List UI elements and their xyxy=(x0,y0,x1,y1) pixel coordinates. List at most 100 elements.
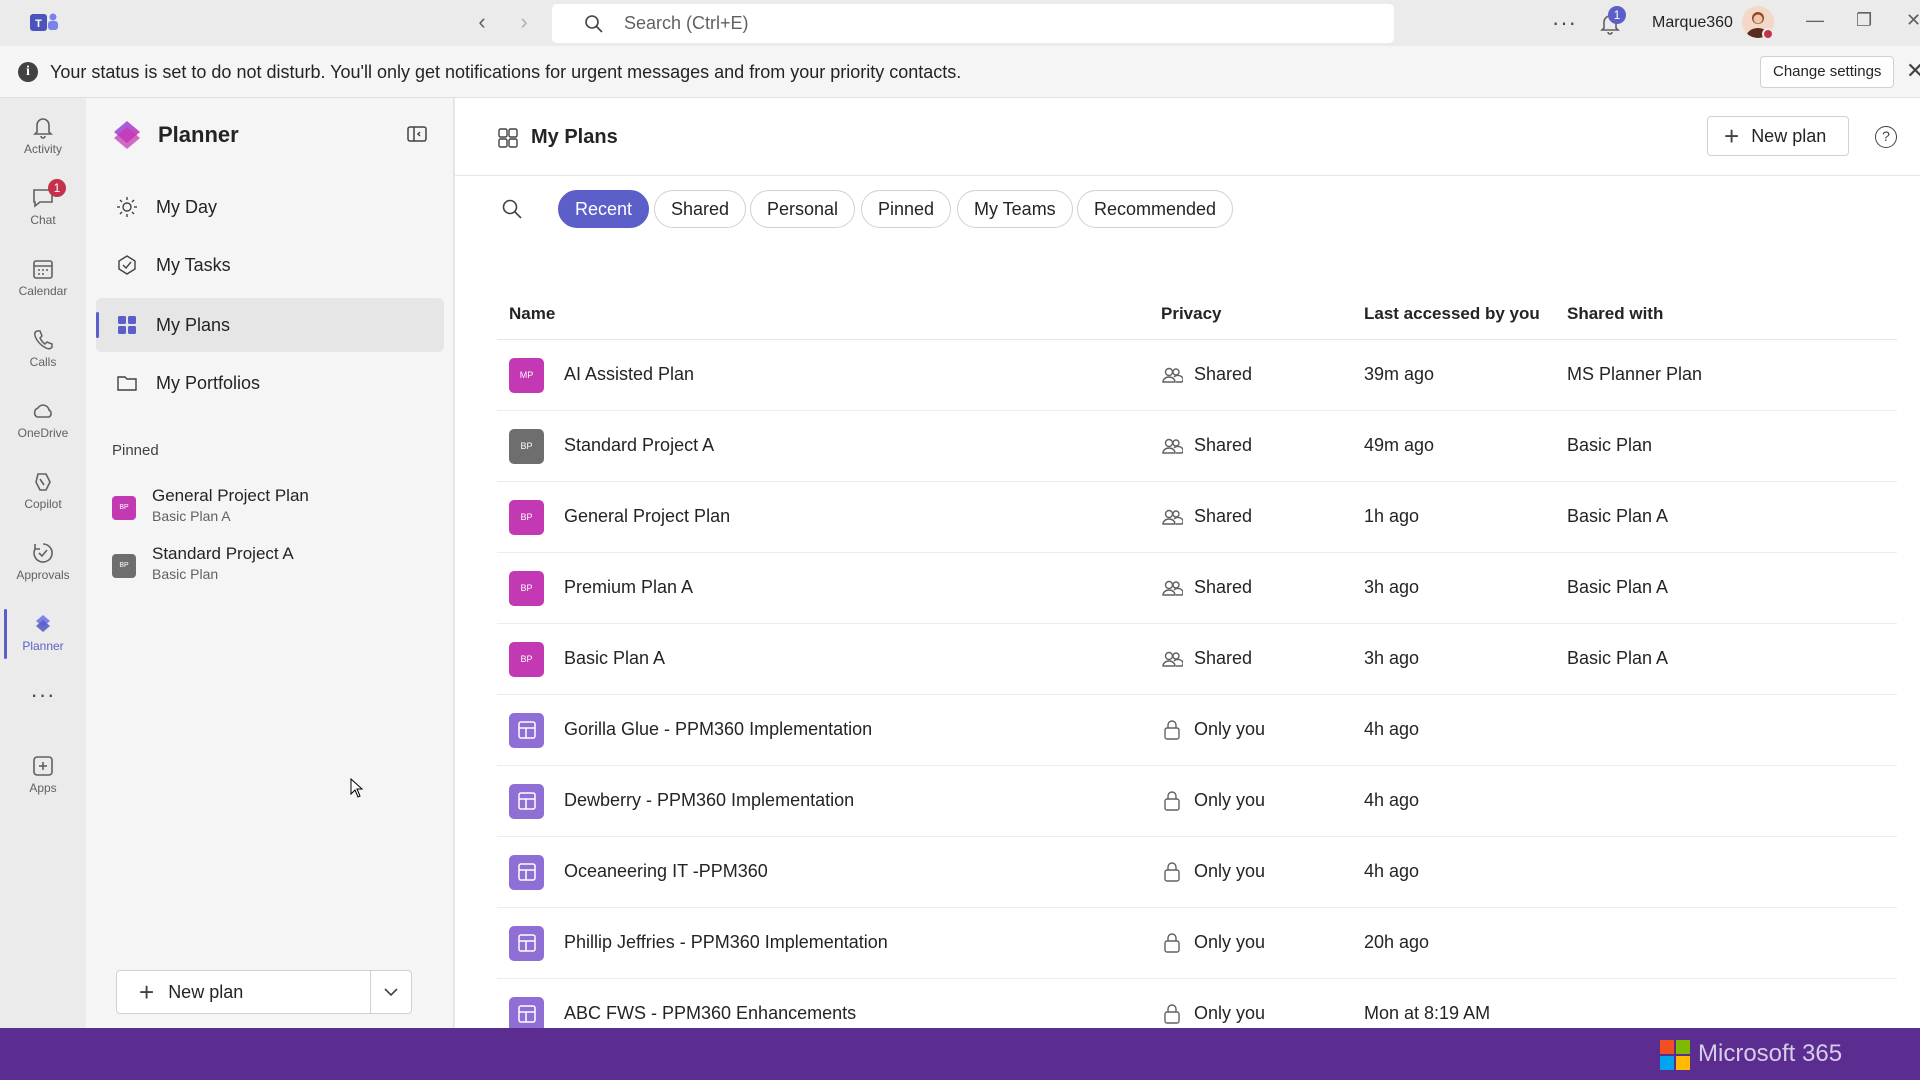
rail-more-apps[interactable]: ··· xyxy=(0,674,86,714)
people-icon xyxy=(1162,438,1183,454)
header-new-plan-button[interactable]: + New plan xyxy=(1707,116,1849,156)
filter-recommended[interactable]: Recommended xyxy=(1077,190,1234,228)
nav-my-portfolios[interactable]: My Portfolios xyxy=(96,356,444,410)
filter-search-icon[interactable] xyxy=(501,198,523,220)
column-last-accessed[interactable]: Last accessed by you xyxy=(1364,304,1540,324)
plan-name[interactable]: Premium Plan A xyxy=(564,577,693,598)
rail-item-activity[interactable]: Activity xyxy=(0,102,86,172)
rail-item-calendar[interactable]: Calendar xyxy=(0,244,86,314)
plan-name[interactable]: Phillip Jeffries - PPM360 Implementation xyxy=(564,932,888,953)
teams-logo-icon[interactable]: T xyxy=(30,11,58,35)
back-arrow-icon[interactable]: ‹ xyxy=(472,11,492,33)
people-icon xyxy=(1162,580,1183,596)
table-row[interactable]: Phillip Jeffries - PPM360 Implementation… xyxy=(497,908,1897,979)
plan-name[interactable]: AI Assisted Plan xyxy=(564,364,694,385)
search-input[interactable]: Search (Ctrl+E) xyxy=(552,4,1394,43)
rail-item-chat[interactable]: Chat 1 xyxy=(0,173,86,243)
privacy-value: Only you xyxy=(1194,1003,1266,1023)
rail-item-approvals[interactable]: Approvals xyxy=(0,528,86,598)
plan-badge xyxy=(509,926,544,961)
copilot-icon xyxy=(35,473,51,491)
close-window-icon[interactable]: ✕ xyxy=(1906,10,1920,31)
pinned-item[interactable]: BP Standard Project A Basic Plan xyxy=(112,542,432,594)
minimize-icon[interactable]: — xyxy=(1806,10,1824,31)
plan-name[interactable]: Gorilla Glue - PPM360 Implementation xyxy=(564,719,872,740)
last-accessed-value: 20h ago xyxy=(1364,932,1430,952)
filter-pinned[interactable]: Pinned xyxy=(861,190,952,228)
last-accessed-value: 3h ago xyxy=(1364,648,1420,668)
column-privacy[interactable]: Privacy xyxy=(1161,304,1222,324)
nav-label: My Plans xyxy=(156,314,231,335)
microsoft-logo-icon xyxy=(1660,1040,1690,1070)
pinned-plan-name: General Project Plan xyxy=(152,486,309,505)
help-icon[interactable]: ? xyxy=(1875,126,1897,148)
collapse-pane-icon[interactable] xyxy=(406,124,428,144)
rail-label: Copilot xyxy=(24,497,62,511)
brand-text: Microsoft 365 xyxy=(1698,1040,1843,1067)
close-icon[interactable]: ✕ xyxy=(1906,58,1920,84)
rail-label: Chat xyxy=(30,213,56,227)
last-accessed-value: 4h ago xyxy=(1364,790,1420,810)
bell-icon xyxy=(33,118,53,139)
last-accessed-value: 3h ago xyxy=(1364,577,1420,597)
filter-personal[interactable]: Personal xyxy=(750,190,856,228)
rail-item-apps[interactable]: Apps xyxy=(0,741,86,811)
plan-name[interactable]: Dewberry - PPM360 Implementation xyxy=(564,790,854,811)
more-options-icon[interactable]: ··· xyxy=(1552,10,1577,36)
plan-name[interactable]: General Project Plan xyxy=(564,506,730,527)
new-plan-dropdown[interactable] xyxy=(371,971,411,1013)
rail-label: Apps xyxy=(29,781,57,795)
planner-title: Planner xyxy=(158,122,239,147)
rail-item-onedrive[interactable]: OneDrive xyxy=(0,386,86,456)
table-row[interactable]: BP Basic Plan A Shared 3h ago Basic Plan A xyxy=(497,624,1897,695)
plan-name[interactable]: ABC FWS - PPM360 Enhancements xyxy=(564,1003,856,1024)
rail-item-calls[interactable]: Calls xyxy=(0,315,86,385)
plan-badge: BP xyxy=(509,571,544,606)
user-name[interactable]: Marque360 xyxy=(1652,14,1733,32)
filter-my-teams[interactable]: My Teams xyxy=(957,190,1073,228)
planner-logo-icon xyxy=(114,121,140,149)
rail-item-copilot[interactable]: Copilot xyxy=(0,457,86,527)
column-name[interactable]: Name xyxy=(509,304,555,324)
pinned-item[interactable]: BP General Project Plan Basic Plan A xyxy=(112,484,432,536)
dnd-notice-bar: i Your status is set to do not disturb. … xyxy=(0,46,1920,98)
table-row[interactable]: Gorilla Glue - PPM360 Implementation Only… xyxy=(497,695,1897,766)
table-row[interactable]: MP AI Assisted Plan Shared 39m ago MS Planne… xyxy=(497,340,1897,411)
nav-my-tasks[interactable]: My Tasks xyxy=(96,238,444,292)
main-content: My Plans + New plan ? Recent Shared Pers… xyxy=(455,98,1920,1050)
sun-icon xyxy=(117,197,137,217)
privacy-value: Only you xyxy=(1194,932,1266,952)
lock-icon xyxy=(1164,933,1180,953)
plan-badge: BP xyxy=(509,429,544,464)
privacy-value: Shared xyxy=(1194,577,1253,597)
plan-name[interactable]: Oceaneering IT -PPM360 xyxy=(564,861,768,882)
table-row[interactable]: BP Premium Plan A Shared 3h ago Basic Plan A xyxy=(497,553,1897,624)
people-icon xyxy=(1162,651,1183,667)
lock-icon xyxy=(1164,791,1180,811)
last-accessed-value: 49m ago xyxy=(1364,435,1435,455)
nav-my-day[interactable]: My Day xyxy=(96,180,444,234)
restore-icon[interactable]: ❐ xyxy=(1856,10,1872,31)
new-plan-label: New plan xyxy=(168,981,244,1002)
apps-icon xyxy=(33,756,53,776)
new-plan-button[interactable]: + New plan xyxy=(117,971,371,1013)
filter-shared[interactable]: Shared xyxy=(654,190,747,228)
shared-with-value: Basic Plan A xyxy=(1567,577,1669,597)
table-row[interactable]: BP Standard Project A Shared 49m ago Basic P… xyxy=(497,411,1897,482)
new-plan-split-button: + New plan xyxy=(116,970,412,1014)
rail-label: Activity xyxy=(23,142,62,156)
rail-label: Calendar xyxy=(18,284,68,298)
plan-name[interactable]: Basic Plan A xyxy=(564,648,665,669)
change-settings-button[interactable]: Change settings xyxy=(1760,56,1895,88)
filter-recent[interactable]: Recent xyxy=(558,190,650,228)
table-row[interactable]: BP General Project Plan Shared 1h ago Basic … xyxy=(497,482,1897,553)
plan-name[interactable]: Standard Project A xyxy=(564,435,714,456)
column-shared-with[interactable]: Shared with xyxy=(1567,304,1663,324)
nav-my-plans[interactable]: My Plans xyxy=(96,298,444,352)
forward-arrow-icon[interactable]: › xyxy=(514,11,534,33)
table-row[interactable]: Oceaneering IT -PPM360 Only you 4h ago xyxy=(497,837,1897,908)
table-row[interactable]: Dewberry - PPM360 Implementation Only you… xyxy=(497,766,1897,837)
chat-badge: 1 xyxy=(48,179,66,197)
pinned-plan-name: Standard Project A xyxy=(152,544,294,563)
rail-item-planner[interactable]: Planner xyxy=(0,599,86,669)
